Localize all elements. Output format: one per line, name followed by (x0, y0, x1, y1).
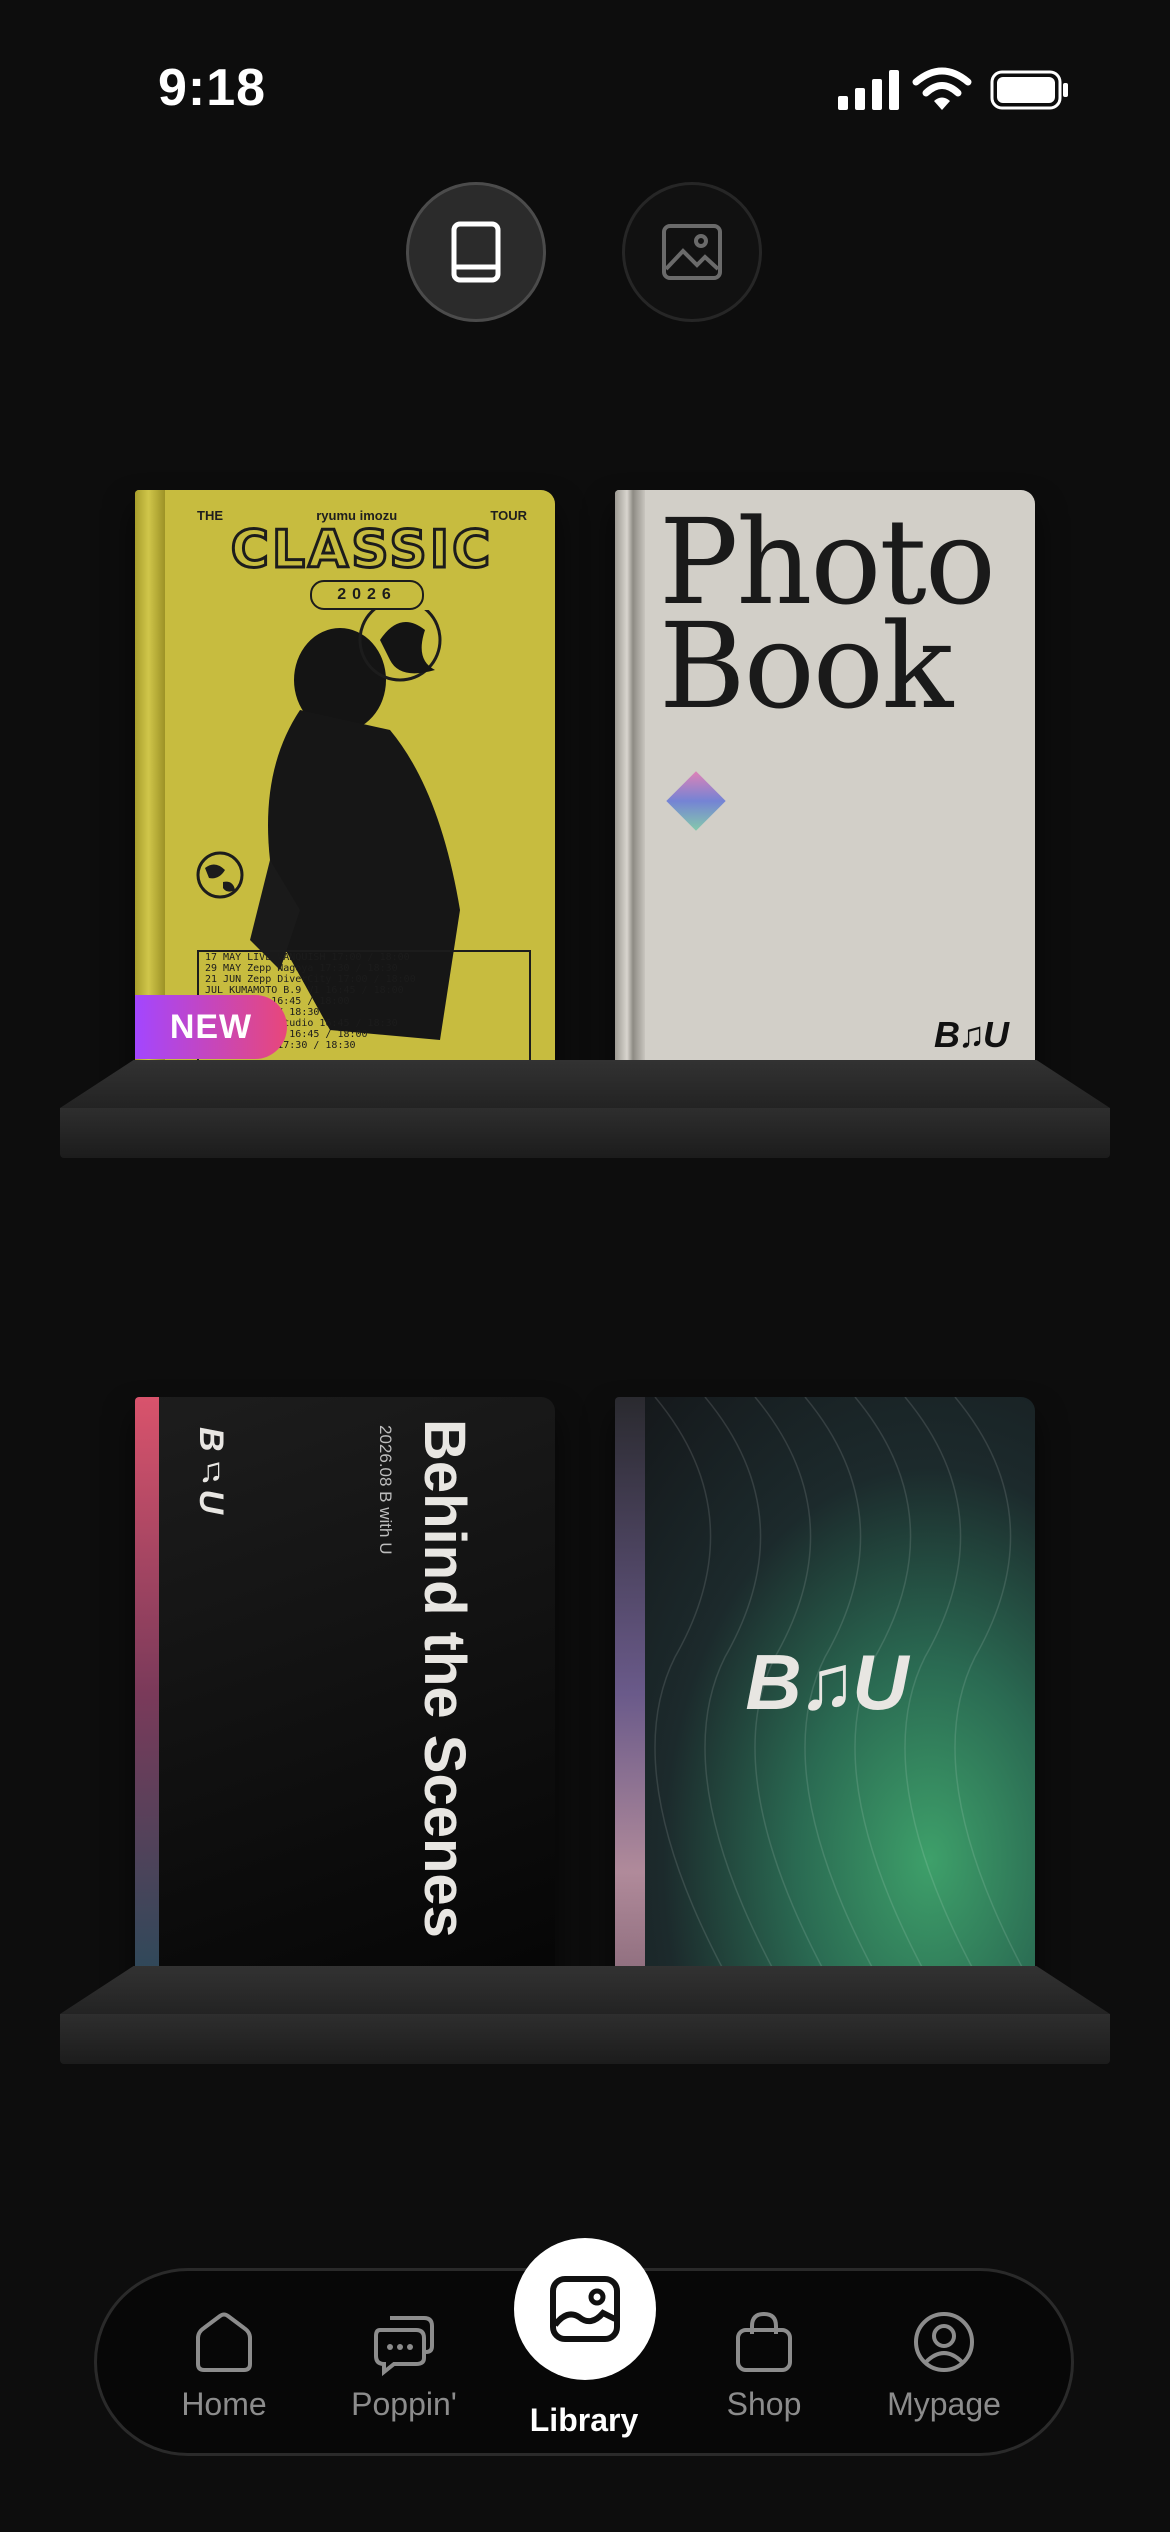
tab-poppin[interactable]: Poppin' (314, 2290, 494, 2440)
cover-title: CLASSIC (229, 519, 494, 582)
schedule-row: 21 JUN Zepp DiverCity 17:00 / 18:00 (205, 974, 416, 985)
status-time: 9:18 (158, 59, 267, 117)
tab-library[interactable]: Library (494, 2290, 674, 2440)
profile-icon (914, 2312, 974, 2372)
cover-title-line: Book (659, 597, 953, 735)
book-bwu[interactable]: B♫U (615, 1397, 1035, 1991)
book-view-toggle[interactable] (406, 182, 546, 322)
shopping-bag-icon (736, 2311, 792, 2372)
book-icon (451, 221, 501, 283)
tab-mypage[interactable]: Mypage (854, 2290, 1034, 2440)
cover-year: 2026 (310, 580, 424, 610)
tab-home[interactable]: Home (134, 2290, 314, 2440)
bookshelf (60, 1966, 1110, 2066)
tab-label: Mypage (887, 2386, 1001, 2422)
tab-label: Home (181, 2386, 267, 2422)
new-badge: NEW (135, 995, 287, 1059)
tab-label: Poppin' (351, 2386, 457, 2422)
schedule-row: 29 MAY Zepp Nagoya 17:30 / 18:30 (205, 963, 398, 974)
bwu-logo: B♫U (192, 1427, 230, 1515)
book-spine (135, 1397, 159, 1991)
book-photo-book[interactable]: Photo Book B♫U (615, 490, 1035, 1084)
book-classic-tour[interactable]: THE ryumu imozu TOUR CLASSIC 2026 17 MAY… (135, 490, 555, 1084)
wifi-icon (912, 67, 972, 110)
cellular-signal-icon (838, 70, 899, 110)
bwu-logo: B♫U (745, 1638, 908, 1726)
cover-title: Behind the Scenes (412, 1419, 477, 1938)
holographic-diamond (666, 771, 726, 831)
tab-shop[interactable]: Shop (674, 2290, 854, 2440)
chat-bubbles-icon (374, 2316, 434, 2377)
battery-icon (990, 70, 1068, 110)
image-icon (662, 224, 722, 280)
cover-title-line: Behind (412, 1419, 477, 1616)
home-icon (196, 2312, 252, 2372)
tab-label: Shop (726, 2386, 802, 2422)
cover-title-line: the Scenes (412, 1631, 477, 1938)
globe-icon (196, 851, 244, 899)
photo-view-toggle[interactable] (622, 182, 762, 322)
bwu-logo: B♫U (934, 1014, 1009, 1055)
book-spine (615, 490, 645, 1084)
book-behind-the-scenes[interactable]: Behind the Scenes 2026.08 B with U B♫U (135, 1397, 555, 1991)
schedule-row: 17 MAY LIVE VANQUISH 17:00 / 18:00 (205, 952, 410, 963)
bookshelf (60, 1060, 1110, 1160)
tab-label: Library (529, 2402, 639, 2438)
cover-subtitle: 2026.08 B with U (376, 1425, 395, 1555)
cover-title: Photo Book (659, 503, 996, 735)
